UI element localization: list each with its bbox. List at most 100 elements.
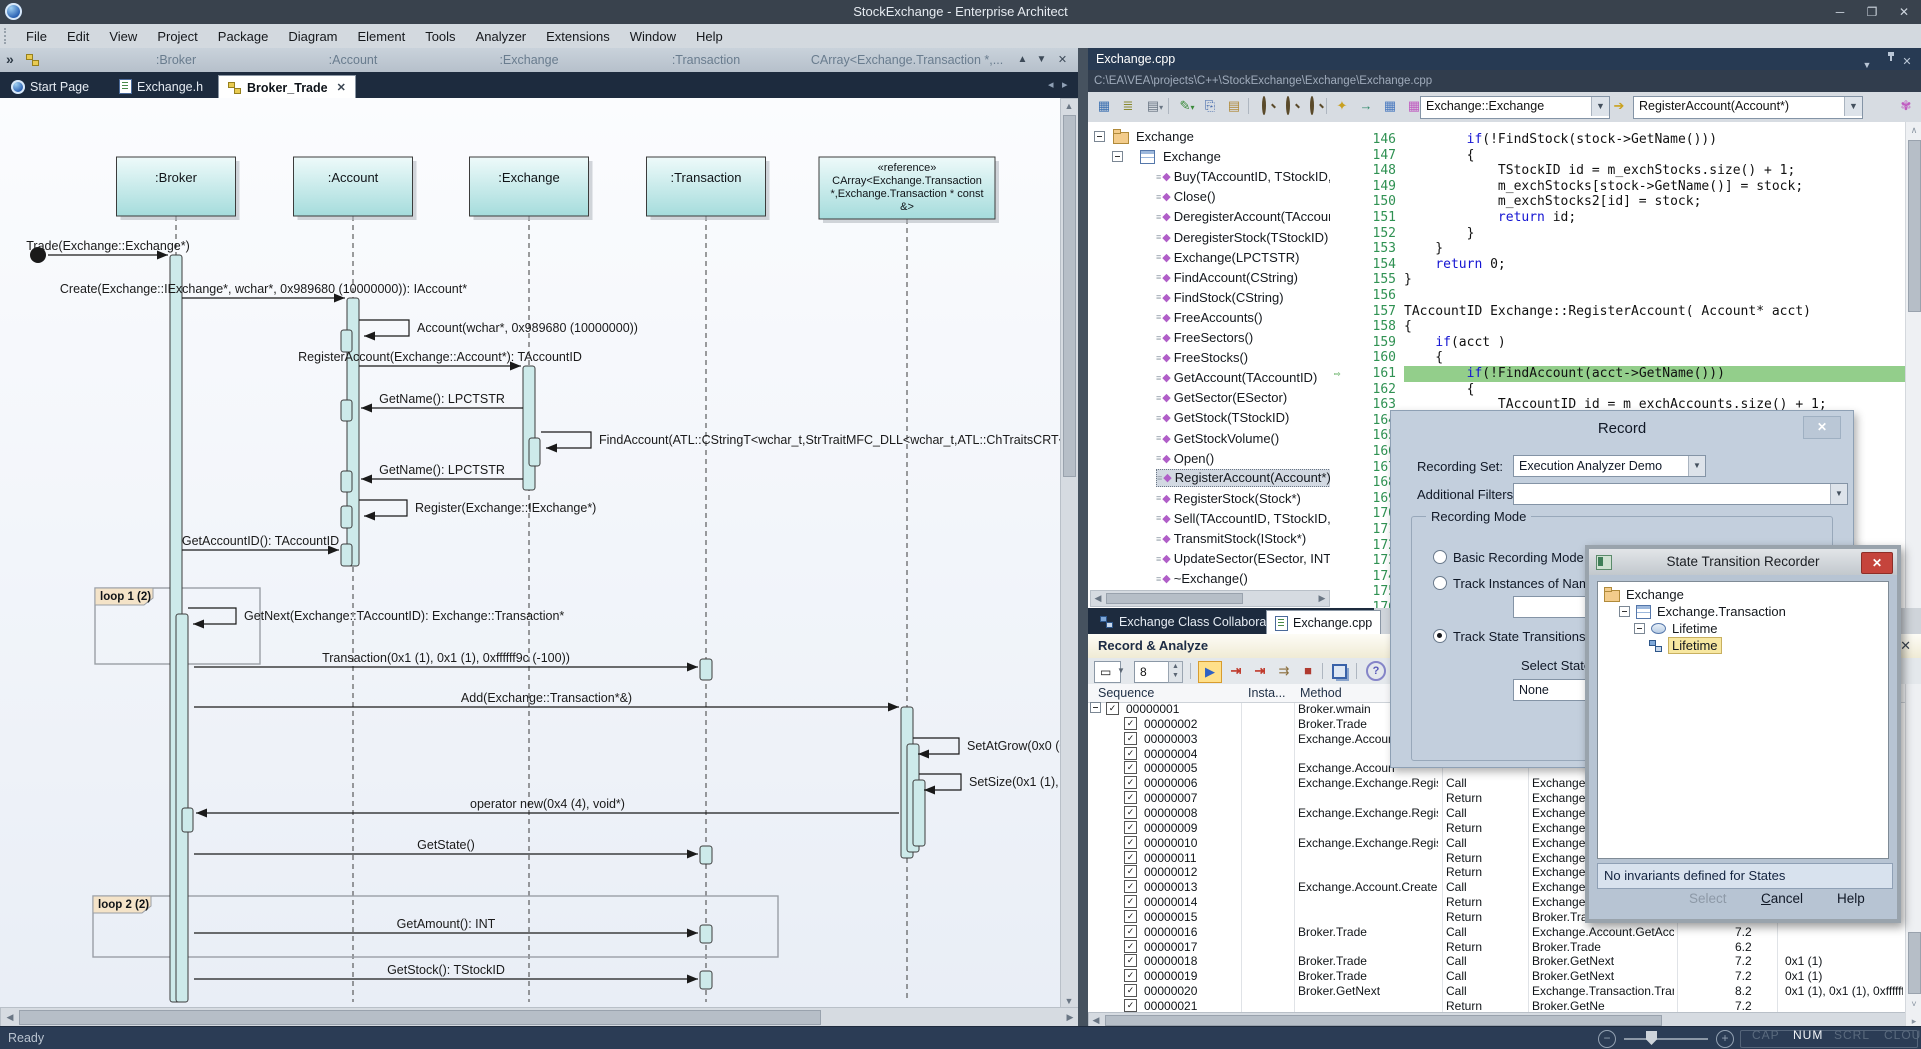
message[interactable]: Trade(Exchange::Exchange*) <box>26 239 190 263</box>
expander-icon[interactable] <box>1090 702 1101 713</box>
additional-filters-combobox[interactable]: ▼ <box>1513 483 1848 505</box>
copy-icon[interactable] <box>1332 664 1347 679</box>
tree-row[interactable]: ≡◆GetStock(TStockID) <box>1156 408 1289 427</box>
code-line[interactable]: 158{ <box>1330 319 1905 335</box>
row-checkbox[interactable] <box>1124 925 1137 938</box>
code-line[interactable]: 152 } <box>1330 226 1905 242</box>
tab-exchange-class-collaboration[interactable]: Exchange Class Collaboration <box>1092 610 1294 634</box>
tree-row[interactable]: ≡◆FreeSectors() <box>1156 328 1253 347</box>
message[interactable]: GetState() <box>194 838 698 859</box>
maximize-icon[interactable]: ❐ <box>1857 3 1887 21</box>
expander-icon[interactable] <box>1094 131 1105 142</box>
str-tree-row[interactable]: Lifetime <box>1634 620 1718 637</box>
menu-item-edit[interactable]: Edit <box>57 26 99 47</box>
message[interactable]: Register(Exchange::IExchange*) <box>359 500 596 521</box>
code-line[interactable]: 153 } <box>1330 241 1905 257</box>
expander-icon[interactable] <box>1619 606 1630 617</box>
numbered-list-icon[interactable]: ≣ <box>1118 96 1138 116</box>
str-tree-row[interactable]: Exchange <box>1604 586 1684 603</box>
lifeline[interactable]: :Exchange <box>470 157 593 1002</box>
tab-exchange-cpp[interactable]: Exchange.cpp <box>1266 610 1381 635</box>
row-checkbox[interactable] <box>1124 984 1137 997</box>
tree-method[interactable]: ≡◆DeregisterStock(TStockID) <box>1156 230 1328 245</box>
tree-method[interactable]: ≡◆FreeStocks() <box>1156 350 1248 365</box>
tree-row[interactable]: ≡◆Exchange(LPCTSTR) <box>1156 248 1299 267</box>
diagram-vscrollbar[interactable]: ▲ ▼ <box>1060 98 1079 1009</box>
scroll-down-icon[interactable]: ▼ <box>1063 996 1075 1006</box>
tab-scroll-right-icon[interactable]: ▸ <box>1062 78 1068 91</box>
editor-vscrollbar[interactable]: ∧ <box>1905 122 1921 608</box>
lifeline[interactable]: :Transaction <box>647 157 770 1002</box>
chevron-down-icon[interactable]: ▼ <box>1830 484 1847 504</box>
track-state-transitions-radio[interactable] <box>1433 629 1447 643</box>
tree-row[interactable]: ≡◆FindAccount(CString) <box>1156 268 1298 287</box>
scroll-right-icon[interactable]: ▶ <box>1064 1012 1076 1023</box>
chevron-down-icon[interactable]: ▼ <box>1844 97 1862 116</box>
cancel-button[interactable]: Cancel <box>1761 891 1803 906</box>
menu-item-element[interactable]: Element <box>348 26 416 47</box>
analyzer-scripts-icon[interactable]: ✾ <box>1896 96 1916 116</box>
related-grid-icon[interactable]: ▦ <box>1404 96 1424 116</box>
tree-row[interactable]: ≡◆DeregisterStock(TStockID) <box>1156 228 1328 247</box>
doc-tab-start-page[interactable]: Start Page <box>2 75 98 98</box>
edit-icon[interactable]: ✎▾ <box>1174 96 1200 116</box>
row-checkbox[interactable] <box>1124 732 1137 745</box>
doc-tab-exchange-h[interactable]: Exchange.h <box>110 75 212 98</box>
tree-row[interactable]: ≡◆Buy(TAccountID, TStockID, UI <box>1156 167 1332 186</box>
tree-method[interactable]: ≡◆DeregisterAccount(TAccountI <box>1156 209 1332 224</box>
scroll-left-icon[interactable]: ◀ <box>1093 593 1103 604</box>
step-over-icon[interactable]: ⇥ <box>1226 661 1246 681</box>
tree-row[interactable]: ≡◆UpdateSector(ESector, INT) <box>1156 549 1332 568</box>
column-header-insta[interactable]: Insta... <box>1248 686 1286 700</box>
code-line[interactable]: 151 return id; <box>1330 210 1905 226</box>
doc-tab-broker-trade[interactable]: Broker_Trade✕ <box>218 75 356 99</box>
message[interactable]: Add(Exchange::Transaction*&) <box>194 691 899 712</box>
tree-row[interactable]: ≡◆FreeStocks() <box>1156 348 1248 367</box>
str-tree-row[interactable]: Lifetime <box>1649 637 1721 654</box>
tree-row[interactable]: Exchange <box>1094 127 1194 146</box>
menu-item-package[interactable]: Package <box>208 26 279 47</box>
new-item-icon[interactable]: ✦ <box>1332 96 1352 116</box>
tree-row[interactable]: ≡◆GetAccount(TAccountID) <box>1156 368 1317 387</box>
properties-icon[interactable]: ▤▾ <box>1142 96 1168 116</box>
close-icon[interactable]: ✕ <box>1054 52 1071 68</box>
tree-row[interactable]: ≡◆Sell(TAccountID, TStockID, UI <box>1156 509 1332 528</box>
tab-scroll-left-icon[interactable]: ◂ <box>1048 78 1054 91</box>
row-checkbox[interactable] <box>1124 940 1137 953</box>
find-icon[interactable] <box>1254 96 1274 116</box>
table-vscrollbar[interactable]: ˅ ▸ <box>1905 684 1921 1027</box>
message[interactable]: operator new(0x4 (4), void*) <box>196 797 899 818</box>
message[interactable]: GetName(): LPCTSTR <box>361 463 523 484</box>
toggle-cap[interactable]: CAP <box>1752 1028 1780 1042</box>
panel-splitter[interactable] <box>1078 48 1088 1026</box>
method-combobox[interactable]: RegisterAccount(Account*)▼ <box>1633 96 1863 119</box>
row-checkbox[interactable] <box>1124 910 1137 923</box>
table-row[interactable]: 00000016Broker.TradeCallExchange.Account… <box>1088 925 1905 940</box>
menu-item-diagram[interactable]: Diagram <box>278 26 347 47</box>
close-icon[interactable]: ✕ <box>337 81 346 94</box>
message[interactable]: GetAccountID(): TAccountID <box>182 534 339 555</box>
scroll-left-icon[interactable]: ◀ <box>1091 1015 1101 1026</box>
expander-icon[interactable] <box>1112 151 1123 162</box>
zoom-out-icon[interactable]: − <box>1598 1030 1616 1048</box>
tree-row[interactable]: ≡◆RegisterStock(Stock*) <box>1156 489 1301 508</box>
code-line[interactable]: 148 TStockID id = m_exchStocks.size() + … <box>1330 163 1905 179</box>
run-icon[interactable]: ▶ <box>1198 661 1222 683</box>
code-line[interactable]: 147 { <box>1330 148 1905 164</box>
code-line[interactable]: 150 m_exchStocks2[id] = stock; <box>1330 194 1905 210</box>
tree-method[interactable]: ≡◆Buy(TAccountID, TStockID, UI <box>1156 169 1332 184</box>
menu-item-window[interactable]: Window <box>620 26 686 47</box>
select-button[interactable]: Select <box>1689 891 1727 906</box>
message[interactable]: SetSize(0x1 (1), <box>919 774 1059 795</box>
message[interactable]: GetName(): LPCTSTR <box>361 392 523 413</box>
row-checkbox[interactable] <box>1124 999 1137 1012</box>
table-row[interactable]: 00000018Broker.TradeCallBroker.GetNext7.… <box>1088 954 1905 969</box>
tree-row[interactable]: ≡◆DeregisterAccount(TAccountI <box>1156 207 1332 226</box>
close-icon[interactable]: ✕ <box>1900 634 1911 658</box>
code-line[interactable]: 154 return 0; <box>1330 257 1905 273</box>
message[interactable]: SetAtGrow(0x0 (0 <box>913 738 1066 759</box>
scroll-up-icon[interactable]: ∧ <box>1908 125 1920 136</box>
tree-method[interactable]: ≡◆FreeAccounts() <box>1156 310 1263 325</box>
menu-item-help[interactable]: Help <box>686 26 733 47</box>
tree-row[interactable]: ≡◆Open() <box>1156 449 1214 468</box>
